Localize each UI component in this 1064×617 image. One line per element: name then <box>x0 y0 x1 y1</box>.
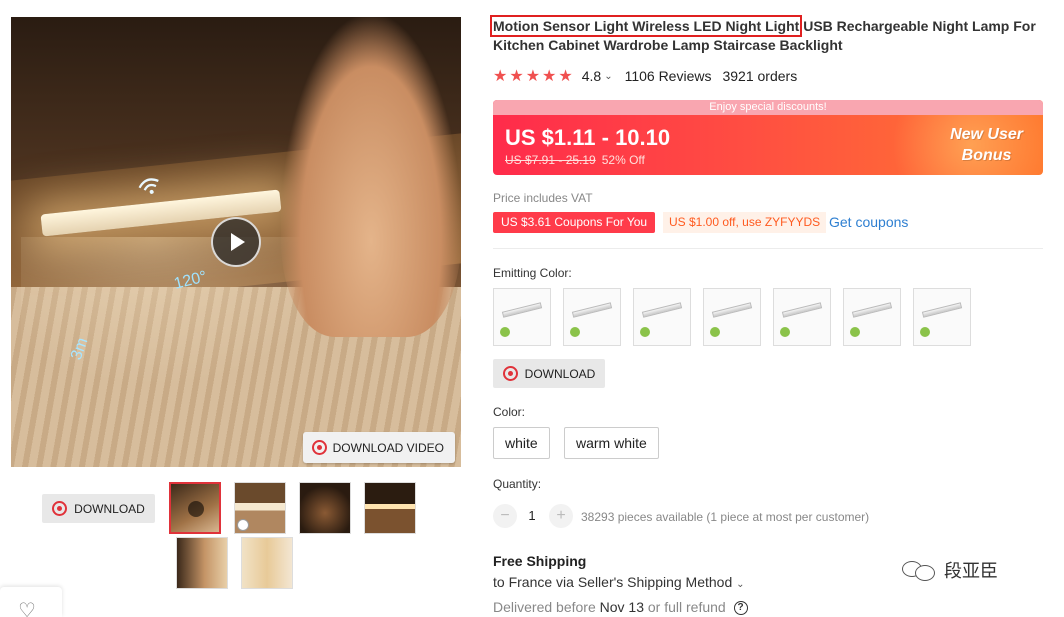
play-video-button[interactable] <box>211 217 261 267</box>
orders-count: 3921 orders <box>722 68 798 84</box>
new-user-line1: New User <box>950 126 1023 143</box>
thumbnail-image <box>300 483 350 533</box>
product-main-image[interactable]: 120° 3m DOWNLOAD VIDEO <box>11 17 461 467</box>
new-user-bonus-badge[interactable]: New User Bonus <box>950 124 1023 166</box>
thumbnail-4[interactable] <box>364 482 416 534</box>
stock-availability: 38293 pieces available (1 piece at most … <box>581 510 870 524</box>
lamp-swatch-image <box>711 302 753 318</box>
shipping-method-selector[interactable]: to France via Seller's Shipping Method ⌄ <box>493 574 745 590</box>
download-images-button[interactable]: DOWNLOAD <box>42 494 155 523</box>
thumbnail-image <box>242 538 292 588</box>
shipping-title: Free Shipping <box>493 553 587 569</box>
section-divider <box>493 248 1043 249</box>
chevron-down-icon: ⌄ <box>736 579 745 590</box>
wechat-icon <box>902 558 938 582</box>
emitting-color-label: Emitting Color: <box>493 266 572 280</box>
color-label: Color: <box>493 405 526 419</box>
video-thumb-play-icon <box>188 501 204 517</box>
new-user-line2: Bonus <box>961 147 1012 164</box>
foot-shape <box>281 17 461 337</box>
thumbnail-6[interactable] <box>241 537 293 589</box>
play-icon <box>231 233 245 251</box>
emitting-color-swatch-2[interactable] <box>563 288 621 346</box>
get-coupons-link[interactable]: Get coupons <box>829 214 908 230</box>
delivery-suffix: or full refund <box>643 599 726 615</box>
download-swatches-button[interactable]: DOWNLOAD <box>493 359 605 388</box>
emitting-color-swatch-5[interactable] <box>773 288 831 346</box>
rating-row: ★★★★★ 4.8 ⌄ 1106 Reviews 3921 orders <box>493 67 797 85</box>
swatch-badge <box>780 327 790 337</box>
thumbnail-image <box>365 483 415 533</box>
download-video-button[interactable]: DOWNLOAD VIDEO <box>302 432 455 463</box>
info-icon <box>237 519 249 531</box>
download-target-icon <box>311 440 327 455</box>
quantity-value[interactable]: 1 <box>522 508 542 523</box>
shipping-destination: to France via Seller's Shipping Method <box>493 574 733 590</box>
swatch-badge <box>920 327 930 337</box>
color-option-warm-white[interactable]: warm white <box>564 427 659 459</box>
emitting-color-swatch-4[interactable] <box>703 288 761 346</box>
download-target-icon <box>52 501 68 516</box>
download-video-label: DOWNLOAD VIDEO <box>332 440 444 455</box>
delivery-estimate: Delivered before Nov 13 or full refund ? <box>493 599 748 616</box>
price-banner: Enjoy special discounts! US $1.11 - 10.1… <box>493 100 1043 175</box>
lamp-swatch-image <box>571 302 613 318</box>
emitting-color-swatch-3[interactable] <box>633 288 691 346</box>
store-coupon-badge[interactable]: US $3.61 Coupons For You <box>493 212 656 233</box>
watermark-text: 段亚臣 <box>944 561 998 581</box>
thumbnail-5[interactable] <box>176 537 228 589</box>
current-price: US $1.11 - 10.10 <box>505 125 671 150</box>
discount-strip: Enjoy special discounts! <box>493 100 1043 115</box>
emitting-color-swatch-6[interactable] <box>843 288 901 346</box>
rating-score[interactable]: 4.8 <box>582 68 601 84</box>
swatch-badge <box>710 327 720 337</box>
vat-note: Price includes VAT <box>493 191 593 205</box>
lamp-swatch-image <box>501 302 543 318</box>
original-price-row: US $7.91 - 25.19 52% Off <box>505 153 645 167</box>
thumbnail-2[interactable] <box>234 482 286 534</box>
reviews-link[interactable]: 1106 Reviews <box>625 68 712 84</box>
quantity-decrease-button[interactable]: − <box>493 504 517 528</box>
thumbnail-image <box>177 538 227 588</box>
swatch-badge <box>850 327 860 337</box>
lamp-swatch-image <box>641 302 683 318</box>
swatch-badge <box>500 327 510 337</box>
star-rating-icon: ★★★★★ <box>493 68 575 85</box>
promo-code-badge[interactable]: US $1.00 off, use ZYFYYDS <box>663 212 827 233</box>
color-option-white[interactable]: white <box>493 427 550 459</box>
product-title-highlighted: Motion Sensor Light Wireless LED Night L… <box>489 15 803 37</box>
quantity-label: Quantity: <box>493 477 542 491</box>
heart-icon: ♡ <box>18 600 36 617</box>
emitting-color-swatch-1[interactable] <box>493 288 551 346</box>
help-icon[interactable]: ? <box>733 601 748 616</box>
download-swatches-label: DOWNLOAD <box>524 366 596 381</box>
delivery-date: Nov 13 <box>599 599 644 615</box>
wishlist-tab[interactable]: ♡ <box>0 587 62 617</box>
swatch-badge <box>640 327 650 337</box>
swatch-badge <box>570 327 580 337</box>
thumbnail-3[interactable] <box>299 482 351 534</box>
lamp-swatch-image <box>781 302 823 318</box>
watermark: 段亚臣 <box>902 557 998 583</box>
quantity-increase-button[interactable]: + <box>549 504 573 528</box>
product-title: Motion Sensor Light Wireless LED Night L… <box>489 15 1045 55</box>
download-images-label: DOWNLOAD <box>74 501 145 516</box>
lamp-swatch-image <box>851 302 893 318</box>
thumbnail-1[interactable] <box>169 482 221 534</box>
chevron-down-icon[interactable]: ⌄ <box>604 71 612 82</box>
emitting-color-swatch-7[interactable] <box>913 288 971 346</box>
discount-percent: 52% Off <box>601 153 645 167</box>
original-price: US $7.91 - 25.19 <box>505 153 596 167</box>
lamp-swatch-image <box>921 302 963 318</box>
delivery-prefix: Delivered before <box>493 599 600 615</box>
download-target-icon <box>502 366 518 381</box>
